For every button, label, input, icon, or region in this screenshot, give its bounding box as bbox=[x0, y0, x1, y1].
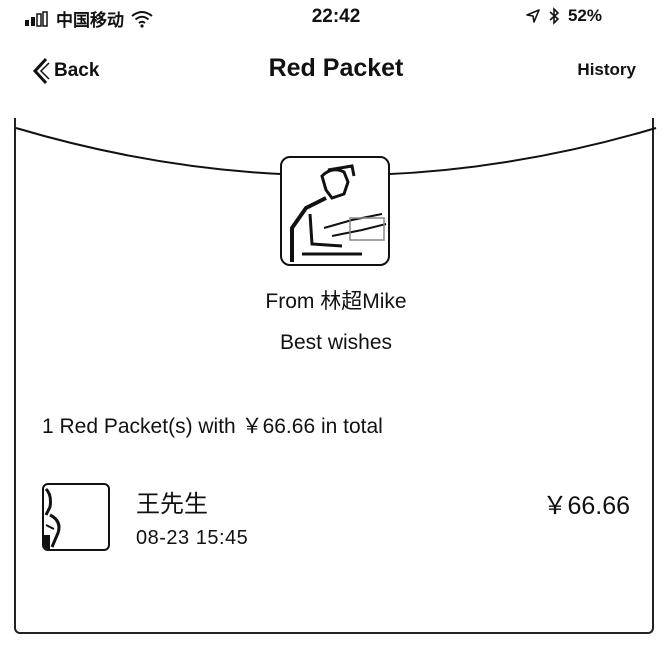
wishes-text: Best wishes bbox=[279, 331, 393, 354]
sender-avatar bbox=[280, 156, 390, 266]
page-title: Red Packet bbox=[268, 54, 404, 82]
bluetooth-icon bbox=[549, 7, 560, 25]
receive-time: 08-23 15:45 bbox=[136, 527, 249, 549]
packet-summary: 1 Red Packet(s) with ￥66.66 in total bbox=[42, 415, 383, 438]
receiver-name: 王先生 bbox=[136, 491, 208, 518]
nav-bar: Back Red Packet History bbox=[0, 50, 672, 94]
receive-amount: ￥66.66 bbox=[542, 492, 630, 520]
avatar bbox=[42, 483, 110, 551]
status-right: 52% bbox=[526, 6, 602, 26]
battery-percent: 52% bbox=[567, 6, 602, 25]
location-icon bbox=[526, 9, 540, 23]
status-bar: 中国移动 22:42 52% bbox=[0, 0, 672, 36]
history-button[interactable]: History bbox=[577, 60, 636, 80]
sender-name: From 林超Mike bbox=[265, 290, 407, 313]
